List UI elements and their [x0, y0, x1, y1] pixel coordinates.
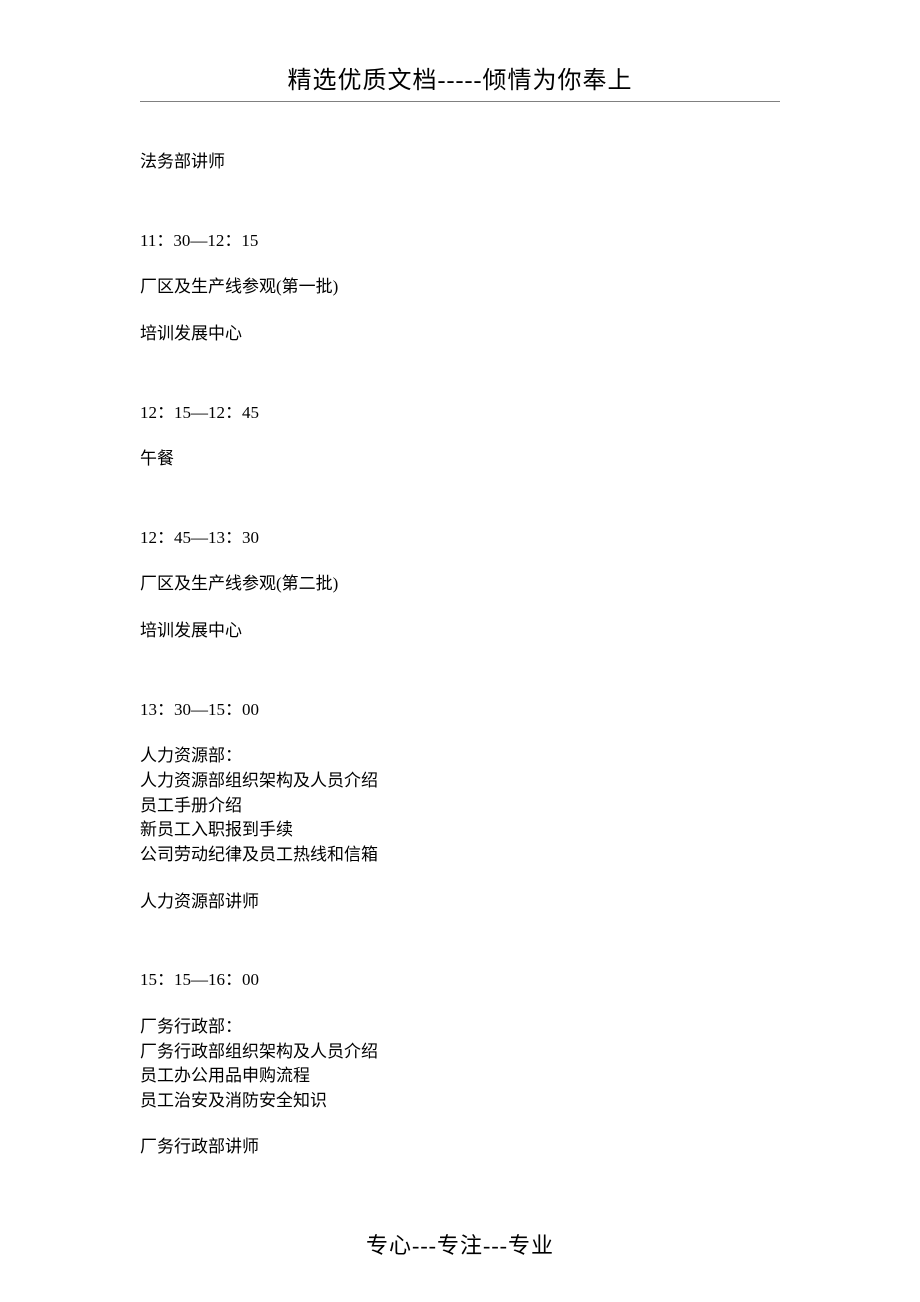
- body-text: 员工办公用品申购流程: [140, 1064, 780, 1089]
- body-text: 员工治安及消防安全知识: [140, 1089, 780, 1114]
- presenter-text: 厂务行政部讲师: [140, 1135, 780, 1160]
- title-text: 厂区及生产线参观(第二批): [140, 572, 780, 597]
- header-divider: [140, 101, 780, 102]
- body-lines: 人力资源部： 人力资源部组织架构及人员介绍 员工手册介绍 新员工入职报到手续 公…: [140, 744, 780, 867]
- body-text: 厂务行政部组织架构及人员介绍: [140, 1040, 780, 1065]
- schedule-block: 12：45—13：30 厂区及生产线参观(第二批) 培训发展中心: [140, 526, 780, 644]
- presenter-text: 培训发展中心: [140, 322, 780, 347]
- body-text: 公司劳动纪律及员工热线和信箱: [140, 843, 780, 868]
- body-text: 员工手册介绍: [140, 794, 780, 819]
- body-lines: 厂务行政部： 厂务行政部组织架构及人员介绍 员工办公用品申购流程 员工治安及消防…: [140, 1015, 780, 1114]
- body-text: 新员工入职报到手续: [140, 818, 780, 843]
- title-text: 厂区及生产线参观(第一批): [140, 275, 780, 300]
- schedule-block: 法务部讲师: [140, 150, 780, 175]
- page-footer: 专心---专注---专业: [0, 1228, 920, 1260]
- time-text: 11：30—12：15: [140, 229, 780, 254]
- time-text: 12：45—13：30: [140, 526, 780, 551]
- schedule-block: 12：15—12：45 午餐: [140, 401, 780, 472]
- schedule-block: 11：30—12：15 厂区及生产线参观(第一批) 培训发展中心: [140, 229, 780, 347]
- dept-text: 厂务行政部：: [140, 1015, 780, 1040]
- dept-text: 人力资源部：: [140, 744, 780, 769]
- time-text: 15：15—16：00: [140, 968, 780, 993]
- document-page: 精选优质文档-----倾情为你奉上 法务部讲师 11：30—12：15 厂区及生…: [0, 0, 920, 1254]
- schedule-block: 15：15—16：00 厂务行政部： 厂务行政部组织架构及人员介绍 员工办公用品…: [140, 968, 780, 1160]
- presenter-text: 培训发展中心: [140, 619, 780, 644]
- page-header: 精选优质文档-----倾情为你奉上: [140, 60, 780, 101]
- presenter-text: 人力资源部讲师: [140, 890, 780, 915]
- title-text: 午餐: [140, 447, 780, 472]
- schedule-block: 13：30—15：00 人力资源部： 人力资源部组织架构及人员介绍 员工手册介绍…: [140, 698, 780, 914]
- presenter-text: 法务部讲师: [140, 150, 780, 175]
- time-text: 13：30—15：00: [140, 698, 780, 723]
- body-text: 人力资源部组织架构及人员介绍: [140, 769, 780, 794]
- time-text: 12：15—12：45: [140, 401, 780, 426]
- document-content: 法务部讲师 11：30—12：15 厂区及生产线参观(第一批) 培训发展中心 1…: [140, 110, 780, 1160]
